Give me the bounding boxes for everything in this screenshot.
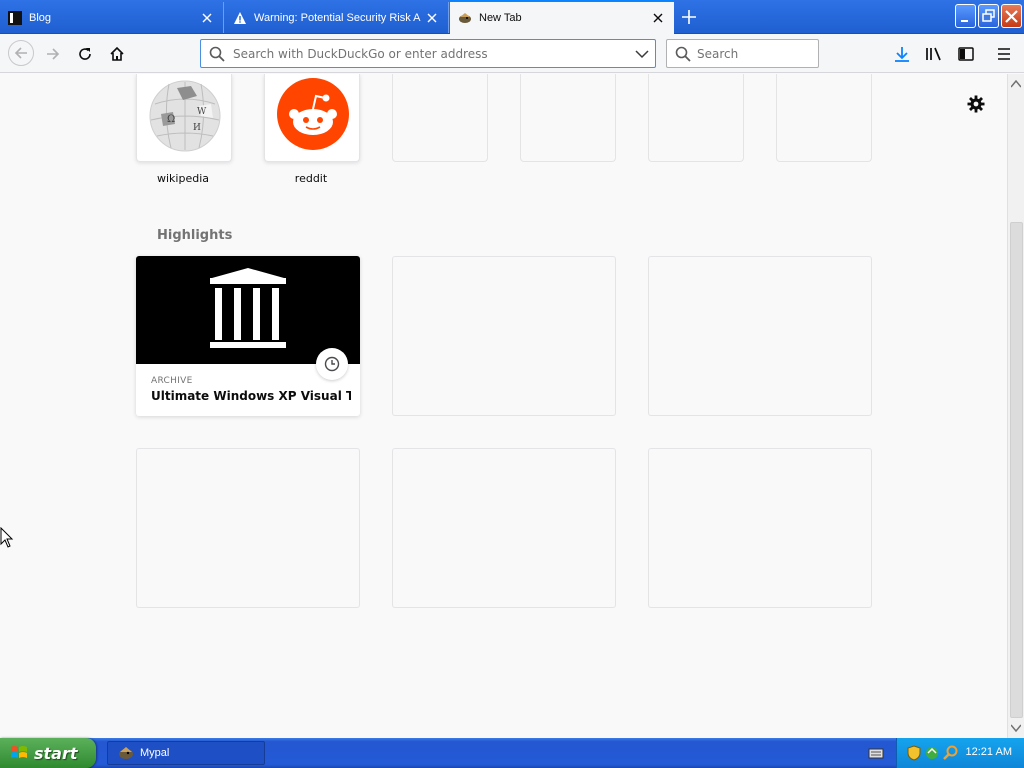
address-bar[interactable] [200,39,656,68]
scroll-down-button[interactable] [1008,720,1024,736]
highlight-placeholder [392,256,616,416]
tab-strip: Blog Warning: Potential Security Risk A … [0,0,1024,34]
scroll-up-button[interactable] [1008,76,1024,92]
taskbar-item-mypal[interactable]: Mypal [107,741,265,765]
scrollbar-thumb[interactable] [1010,222,1023,718]
search-icon [209,46,225,62]
highlight-placeholder [648,448,872,608]
svg-text:И: И [193,123,201,133]
search-input[interactable] [697,40,815,67]
top-site-empty [648,74,744,162]
search-bar[interactable] [666,39,819,68]
download-icon [895,47,909,62]
restore-button[interactable] [978,4,999,28]
hamburger-menu-icon [998,48,1010,60]
reddit-logo-icon [277,78,349,150]
minimize-icon [961,20,968,22]
new-tab-page: Ω W И wikipedia reddit Highlights ARCHIV… [0,74,1007,738]
highlight-card[interactable]: ARCHIVE Ultimate Windows XP Visual The..… [136,256,360,416]
reload-icon [79,48,91,60]
highlight-placeholder [392,448,616,608]
screen: Blog Warning: Potential Security Risk A … [0,0,1024,768]
navigation-toolbar [0,34,1024,73]
svg-text:W: W [197,107,207,117]
sidebar-icon [958,47,974,61]
close-icon[interactable] [424,10,440,26]
menu-button[interactable] [992,42,1016,66]
close-icon[interactable] [650,10,666,26]
blog-favicon-icon [8,10,22,25]
mypal-app-icon [119,747,133,759]
highlights-heading: Highlights [157,228,233,243]
triangle-up-icon [1011,80,1021,88]
close-icon [1005,10,1018,23]
address-input[interactable] [233,40,623,67]
taskbar-item-label: Mypal [140,747,170,759]
start-button[interactable]: start [0,738,96,768]
system-clock: 12:21 AM [965,746,1012,758]
downloads-button[interactable] [890,42,914,66]
home-button[interactable] [105,42,129,66]
top-site-label: wikipedia [156,172,209,185]
home-icon [110,46,124,61]
taskbar: start Mypal 12:21 AM [0,738,1024,768]
library-icon [926,47,941,61]
minimize-button[interactable] [955,4,976,28]
top-site-empty [776,74,872,162]
tab-title: Warning: Potential Security Risk A [254,11,421,24]
highlight-placeholder [648,256,872,416]
search-icon [675,46,691,62]
top-site-tile[interactable]: Ω W И [136,74,232,162]
highlight-title: Ultimate Windows XP Visual The... [151,389,351,403]
tab-new-tab[interactable]: New Tab [450,0,674,34]
windows-logo-icon [11,746,27,758]
security-shield-icon[interactable] [907,745,921,761]
gear-icon[interactable] [966,94,986,114]
restore-icon [982,9,995,22]
chevron-down-icon[interactable] [635,48,649,60]
vertical-scrollbar[interactable] [1007,74,1024,738]
arrow-left-icon [14,47,27,59]
mouse-pointer-icon [0,527,14,548]
warning-icon [234,11,246,24]
start-label: start [34,743,78,763]
wikipedia-logo-icon: Ω W И [149,80,221,152]
library-button[interactable] [922,42,946,66]
tab-title: Blog [29,11,52,24]
back-button[interactable] [8,40,34,66]
svg-text:Ω: Ω [167,114,175,125]
close-icon[interactable] [199,10,215,26]
tab-blog[interactable]: Blog [0,2,224,33]
highlight-placeholder [136,448,360,608]
new-tab-plus-icon[interactable] [680,8,698,26]
highlight-source: ARCHIVE [151,376,193,386]
history-clock-badge [316,348,348,380]
network-icon[interactable] [924,745,940,761]
reload-button[interactable] [73,42,97,66]
tab-security-warning[interactable]: Warning: Potential Security Risk A [225,2,449,33]
system-tray: 12:21 AM [896,738,1024,768]
forward-button[interactable] [41,42,65,66]
arrow-right-icon [47,48,60,60]
top-site-label: reddit [294,172,328,185]
keyboard-icon[interactable] [868,747,884,759]
magnifier-icon[interactable] [943,745,959,761]
sidebar-button[interactable] [954,42,978,66]
close-window-button[interactable] [1001,4,1022,28]
mypal-favicon-icon [459,13,471,23]
top-site-empty [392,74,488,162]
clock-icon [324,356,340,372]
tab-title: New Tab [479,12,522,24]
triangle-down-icon [1011,724,1021,732]
top-site-empty [520,74,616,162]
top-site-tile[interactable] [264,74,360,162]
